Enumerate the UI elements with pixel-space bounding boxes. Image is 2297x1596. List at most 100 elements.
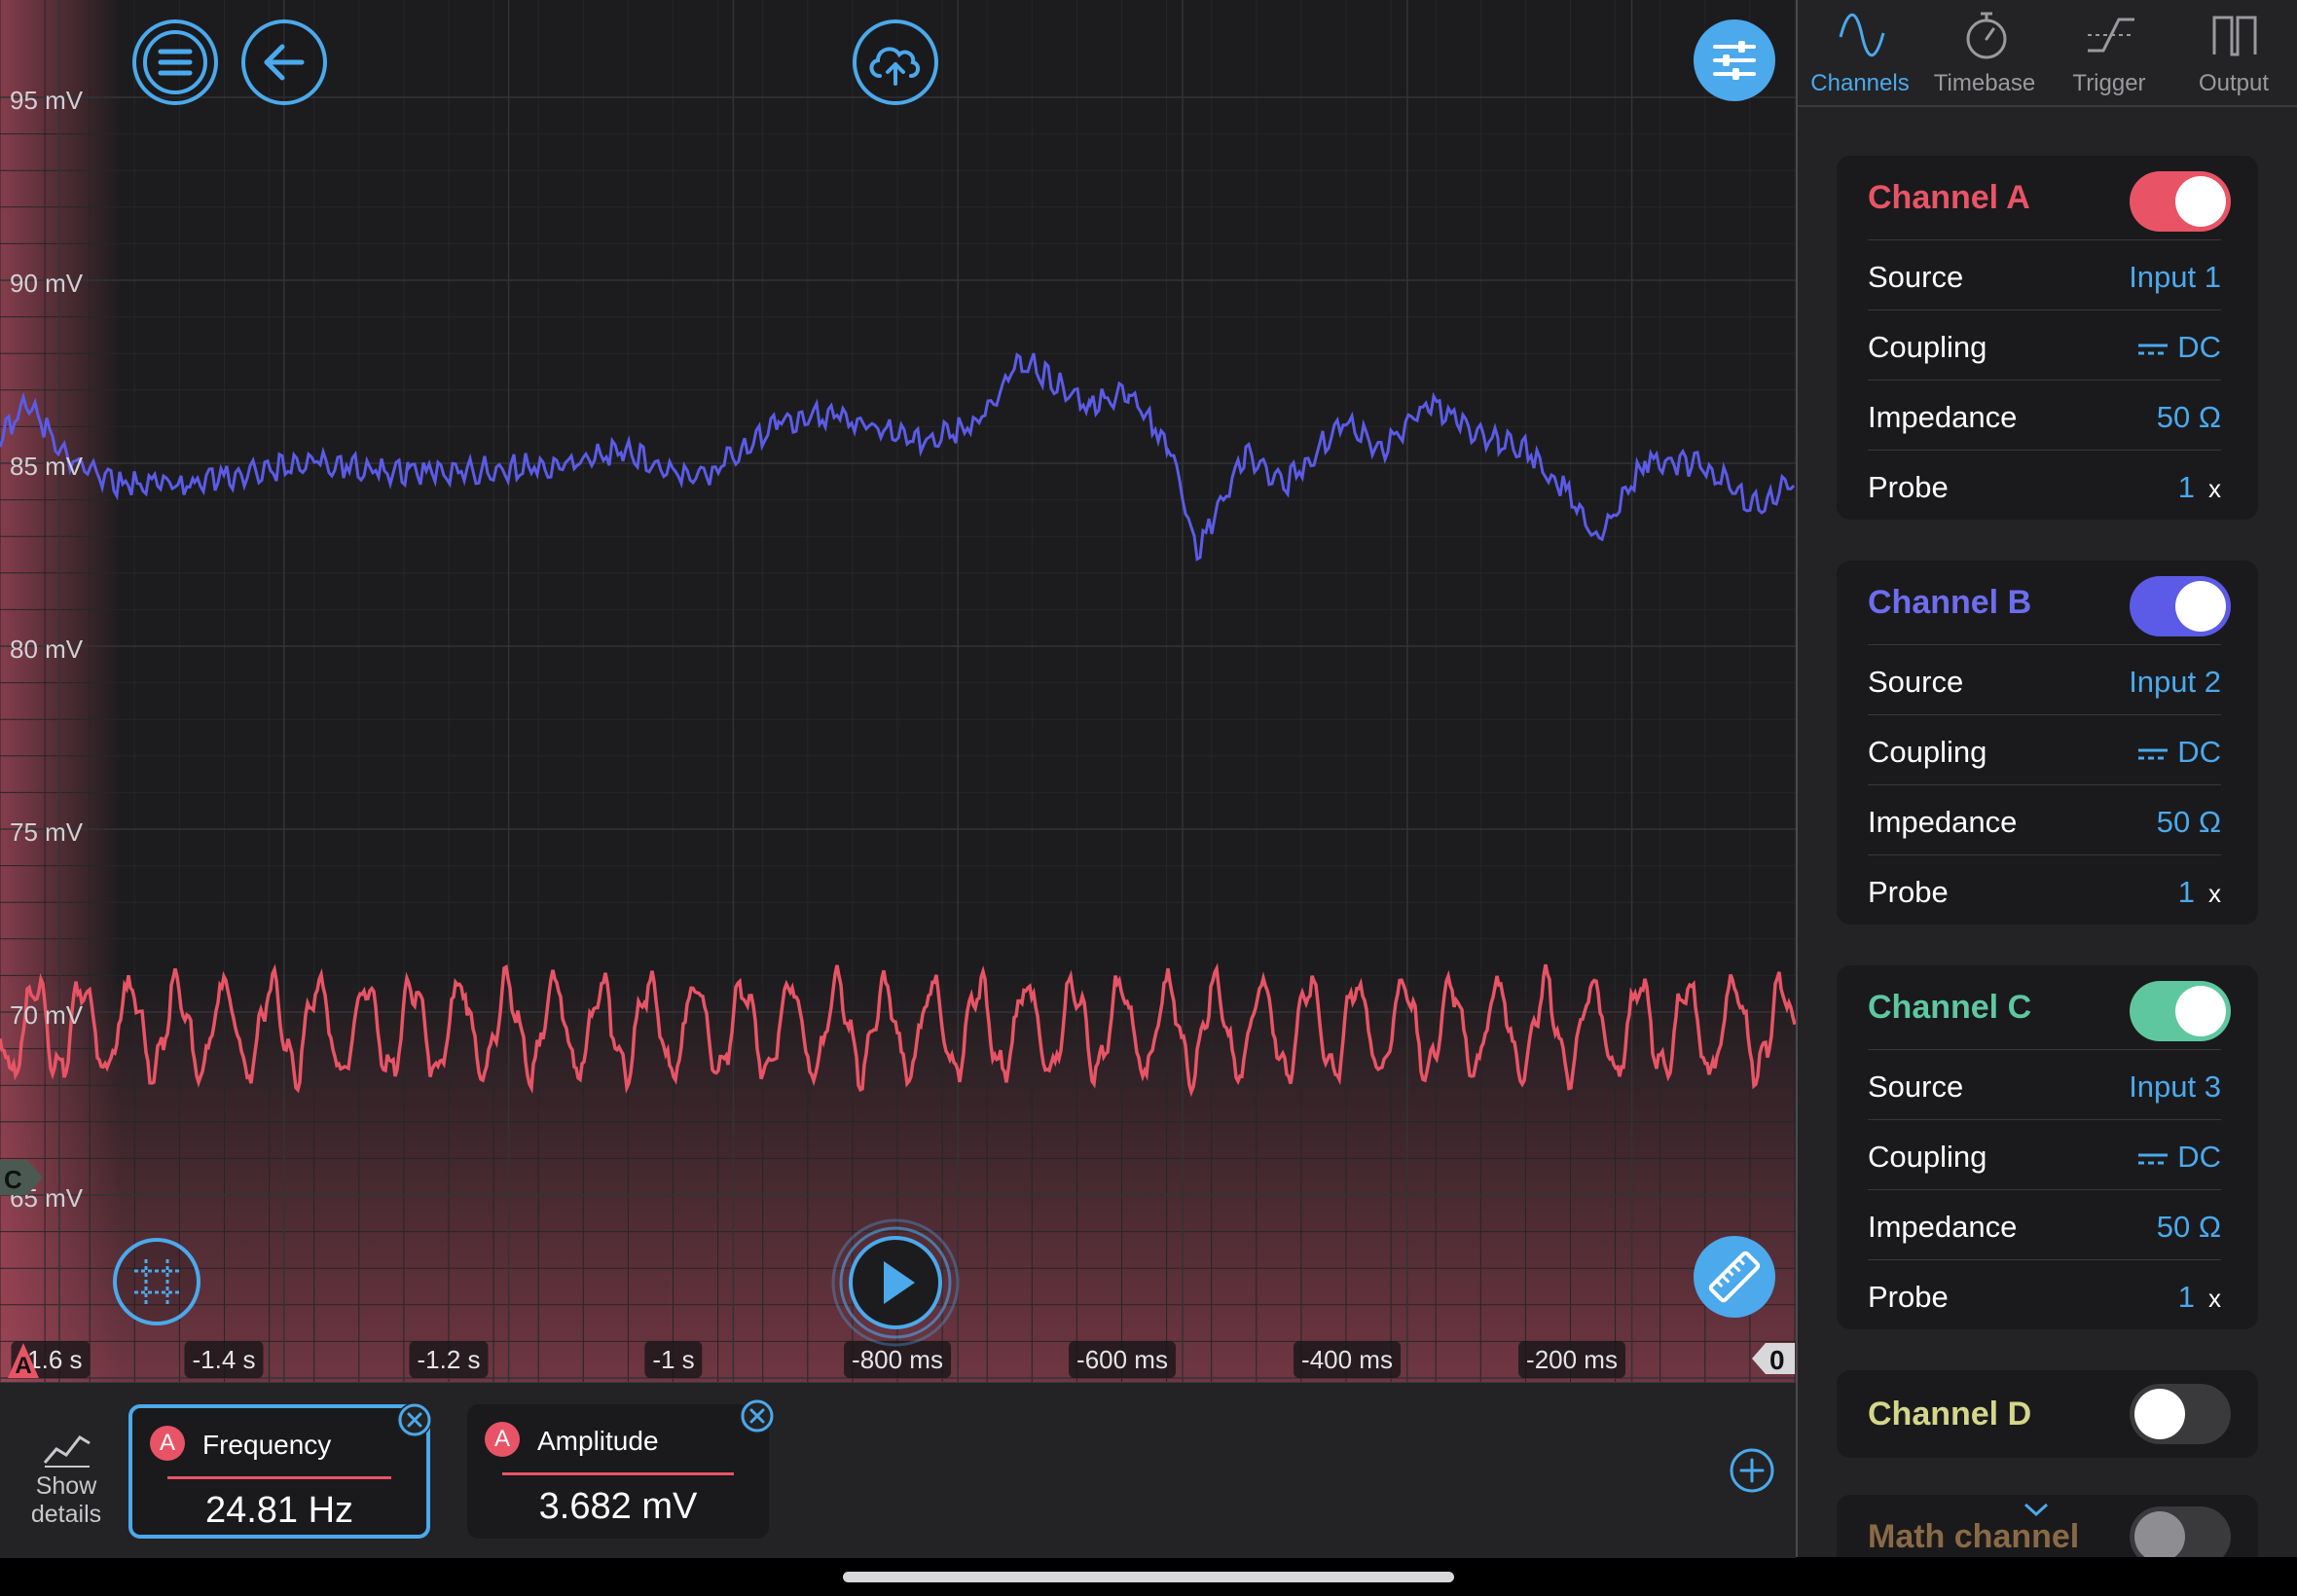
waveform-canvas — [0, 0, 1796, 1382]
channel-c-marker[interactable]: C — [0, 1160, 43, 1195]
channel-d-toggle[interactable] — [2130, 1384, 2231, 1444]
sliders-icon — [1713, 41, 1756, 80]
tab-label: Channels — [1810, 70, 1910, 96]
coupling-value: DC — [2177, 735, 2221, 769]
channel-a-impedance-row[interactable]: Impedance 50 Ω — [1868, 380, 2221, 451]
channel-c-toggle[interactable] — [2130, 981, 2231, 1041]
tab-bar-separator — [1798, 105, 2297, 107]
channel-a-coupling-row[interactable]: Coupling DC — [1868, 309, 2221, 381]
stopwatch-icon — [1966, 12, 2007, 59]
x-axis-label: -600 ms — [1069, 1341, 1176, 1378]
channel-b-toggle[interactable] — [2130, 576, 2231, 636]
row-label: Coupling — [1868, 330, 1987, 364]
trend-chart-icon — [43, 1435, 91, 1468]
measurement-value: 3.682 mV — [538, 1486, 698, 1527]
toggle-knob — [2175, 176, 2226, 227]
channel-a-marker[interactable]: A — [6, 1341, 41, 1380]
channel-c-probe-row[interactable]: Probe 1 x — [1868, 1259, 2221, 1330]
row-label: Source — [1868, 1070, 1964, 1104]
probe-value: 1 — [2177, 875, 2195, 909]
oscilloscope-display[interactable]: 95 mV 90 mV 85 mV 80 mV 75 mV 70 mV 65 m… — [0, 0, 1796, 1382]
row-label: Probe — [1868, 1280, 1949, 1314]
probe-unit: x — [2208, 474, 2221, 503]
back-arrow-icon — [264, 44, 305, 81]
close-circle-icon — [398, 1403, 431, 1436]
measurement-card-frequency[interactable]: A Frequency 24.81 Hz — [128, 1402, 432, 1539]
remove-measurement-button[interactable] — [740, 1398, 775, 1433]
x-axis-label: -200 ms — [1518, 1341, 1625, 1378]
channel-c-source-row[interactable]: Source Input 3 — [1868, 1049, 2221, 1120]
play-icon — [831, 1218, 960, 1347]
source-value: Input 3 — [2129, 1070, 2221, 1104]
y-axis-label: 80 mV — [10, 635, 84, 664]
upload-button[interactable] — [853, 19, 938, 105]
probe-value: 1 — [2177, 1280, 2195, 1314]
grid-cursor-icon — [134, 1259, 179, 1304]
toggle-knob — [2175, 986, 2226, 1036]
channel-a-probe-row[interactable]: Probe 1 x — [1868, 450, 2221, 521]
tab-trigger[interactable]: Trigger — [2047, 0, 2171, 103]
cursor-grid-button[interactable] — [113, 1238, 201, 1325]
impedance-value: 50 Ω — [2156, 1210, 2221, 1244]
channel-a-source-row[interactable]: Source Input 1 — [1868, 239, 2221, 310]
tab-timebase[interactable]: Timebase — [1922, 0, 2047, 103]
row-label: Impedance — [1868, 400, 2018, 434]
hamburger-menu-icon — [143, 30, 207, 94]
probe-unit: x — [2208, 879, 2221, 908]
tab-output[interactable]: Output — [2171, 0, 2296, 103]
row-label: Coupling — [1868, 1140, 1987, 1174]
x-axis-label: -1.4 s — [184, 1341, 264, 1378]
channel-a-card: Channel A Source Input 1 Coupling DC Imped… — [1837, 156, 2258, 520]
channel-a-title: Channel A — [1868, 179, 2030, 216]
y-axis-label: 85 mV — [10, 452, 84, 481]
channel-c-title: Channel C — [1868, 989, 2032, 1026]
x-axis-label: -1.2 s — [409, 1341, 489, 1378]
x-axis-label: -1 s — [644, 1341, 703, 1378]
remove-measurement-button[interactable] — [397, 1402, 432, 1437]
add-measurement-button[interactable] — [1729, 1447, 1775, 1494]
row-label: Source — [1868, 665, 1964, 699]
show-details-label: details — [30, 1501, 102, 1528]
tab-label: Output — [2198, 70, 2270, 96]
channel-a-marker-label: A — [15, 1353, 32, 1379]
row-label: Impedance — [1868, 805, 2018, 839]
channel-color-line — [167, 1476, 391, 1479]
channel-b-probe-row[interactable]: Probe 1 x — [1868, 854, 2221, 925]
channel-c-impedance-row[interactable]: Impedance 50 Ω — [1868, 1189, 2221, 1260]
coupling-value: DC — [2177, 330, 2221, 364]
show-details-button[interactable]: Show details — [19, 1422, 113, 1539]
channel-c-marker-label: C — [4, 1165, 22, 1194]
ruler-icon — [1708, 1251, 1761, 1303]
channel-color-line — [502, 1472, 734, 1475]
channel-b-card: Channel B Source Input 2 Coupling DC Imped… — [1837, 561, 2258, 925]
home-indicator — [843, 1572, 1454, 1582]
channel-b-coupling-row[interactable]: Coupling DC — [1868, 714, 2221, 785]
measurements-bar: Show details A Frequency 24.81 Hz A Ampl… — [0, 1382, 1796, 1558]
channel-b-source-row[interactable]: Source Input 2 — [1868, 644, 2221, 715]
channel-badge: A — [150, 1426, 185, 1461]
measure-button[interactable] — [1694, 1236, 1775, 1318]
y-axis-label: 90 mV — [10, 269, 84, 298]
row-label: Source — [1868, 260, 1964, 294]
cloud-upload-icon — [869, 47, 920, 86]
math-channel-toggle[interactable] — [2130, 1506, 2231, 1557]
tab-channels[interactable]: Channels — [1798, 0, 1922, 103]
channel-a-toggle[interactable] — [2130, 171, 2231, 232]
tab-label: Timebase — [1933, 70, 2036, 96]
trigger-edge-icon — [2088, 18, 2134, 53]
math-channel-card: Math channel — [1837, 1495, 2258, 1557]
dc-coupling-icon — [2138, 344, 2169, 355]
back-button[interactable] — [241, 19, 327, 105]
settings-panel-button[interactable] — [1694, 19, 1775, 101]
impedance-value: 50 Ω — [2156, 400, 2221, 434]
measurement-card-amplitude[interactable]: A Amplitude 3.682 mV — [467, 1398, 775, 1539]
menu-button[interactable] — [132, 19, 218, 105]
channel-c-coupling-row[interactable]: Coupling DC — [1868, 1119, 2221, 1190]
trigger-position-marker[interactable]: 0 — [1752, 1339, 1795, 1378]
run-stop-button[interactable] — [829, 1216, 962, 1349]
y-axis-label: 75 mV — [10, 817, 84, 847]
probe-unit: x — [2208, 1284, 2221, 1313]
toggle-knob — [2134, 1511, 2185, 1557]
channel-b-impedance-row[interactable]: Impedance 50 Ω — [1868, 784, 2221, 855]
settings-panel: Channels Timebase Trigger Output Channel… — [1798, 0, 2297, 1557]
